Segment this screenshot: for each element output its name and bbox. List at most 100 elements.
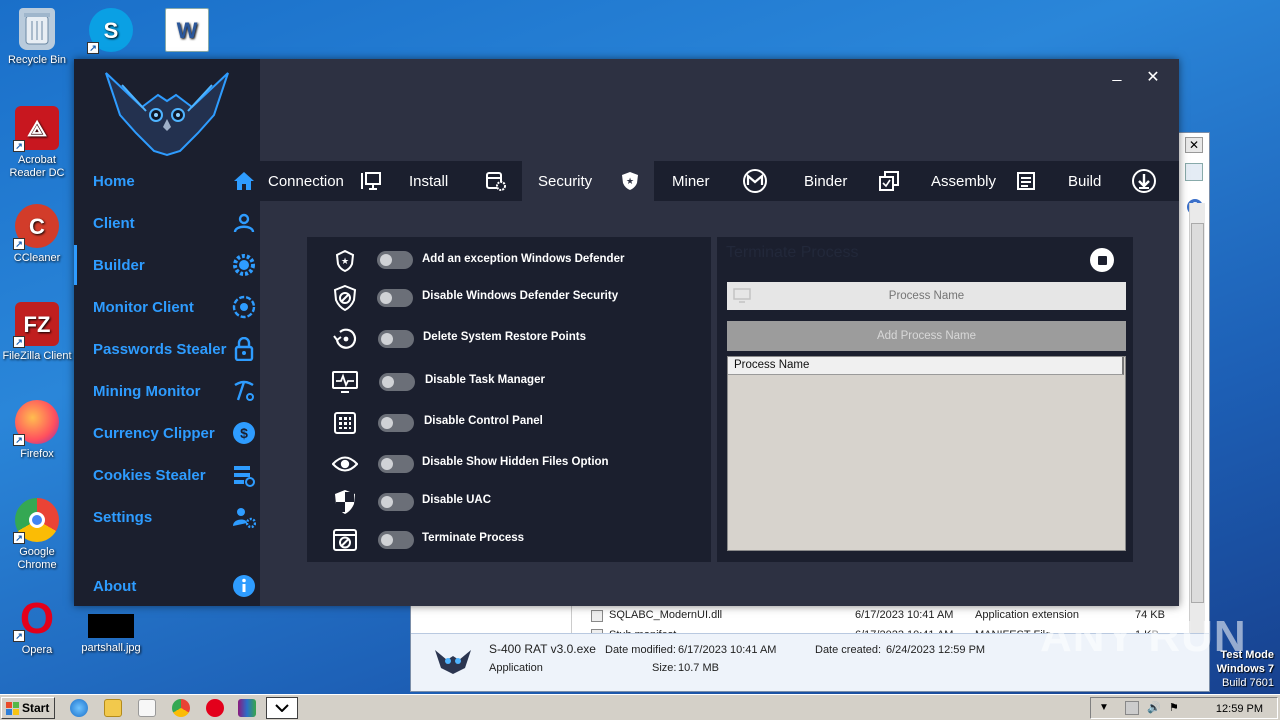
details-created-value: 6/24/2023 12:59 PM xyxy=(886,644,986,656)
opera-icon[interactable] xyxy=(206,699,224,717)
search-icon[interactable] xyxy=(1185,163,1203,181)
option-row: ★ Add an exception Windows Defender xyxy=(307,245,711,275)
sidebar-item-label: Currency Clipper xyxy=(93,424,215,442)
close-button[interactable]: ✕ xyxy=(1143,67,1163,87)
toggle-switch[interactable] xyxy=(379,373,415,391)
option-row: Disable Control Panel xyxy=(307,407,711,437)
pickaxe-icon xyxy=(232,379,256,403)
rat-builder-window: Home Client Builder Monitor Client Passw… xyxy=(74,59,1179,606)
tab-label: Security xyxy=(538,172,593,190)
sidebar-item-mining-monitor[interactable]: Mining Monitor xyxy=(74,371,260,411)
explorer-close-button[interactable]: ✕ xyxy=(1185,137,1203,153)
tab-build[interactable]: Build xyxy=(1050,161,1179,201)
toggle-switch[interactable] xyxy=(378,414,414,432)
tab-miner[interactable]: Miner xyxy=(654,161,780,201)
shield-off-icon xyxy=(332,285,358,311)
option-row: Terminate Process xyxy=(307,524,711,554)
stop-button[interactable] xyxy=(1090,248,1114,272)
process-list-header[interactable]: Process Name xyxy=(728,357,1124,375)
option-label: Disable Show Hidden Files Option xyxy=(422,456,609,468)
network-icon[interactable] xyxy=(1125,701,1139,715)
tab-connection[interactable]: Connection xyxy=(260,161,388,201)
toggle-switch[interactable] xyxy=(378,493,414,511)
monero-icon xyxy=(741,169,769,193)
explorer-scrollbar[interactable] xyxy=(1189,203,1205,673)
desktop-icon-ccleaner[interactable]: C ↗ CCleaner xyxy=(0,204,74,265)
start-button[interactable]: Start xyxy=(1,697,55,719)
tab-label: Build xyxy=(1068,172,1102,190)
option-label: Disable Task Manager xyxy=(425,374,545,386)
tab-label: Assembly xyxy=(931,172,997,190)
tab-assembly[interactable]: Assembly xyxy=(910,161,1050,201)
toggle-switch[interactable] xyxy=(378,531,414,549)
sidebar-item-home[interactable]: Home xyxy=(74,161,260,201)
internet-explorer-icon[interactable] xyxy=(70,699,88,717)
toggle-switch[interactable] xyxy=(377,289,413,307)
sidebar-item-label: Monitor Client xyxy=(93,298,194,316)
test-mode-line: Windows 7 xyxy=(1216,663,1274,675)
desktop-icon-acrobat[interactable]: ⟁ ↗ Acrobat Reader DC xyxy=(0,106,74,180)
coin-icon: $ xyxy=(232,421,256,445)
sidebar-item-currency-clipper[interactable]: Currency Clipper $ xyxy=(74,413,260,453)
sidebar-item-passwords-stealer[interactable]: Passwords Stealer xyxy=(74,329,260,369)
process-list[interactable]: Process Name xyxy=(727,356,1126,551)
desktop-icon-partshall[interactable]: partshall.jpg xyxy=(74,614,148,655)
tab-binder[interactable]: Binder xyxy=(780,161,910,201)
sidebar-item-about[interactable]: About xyxy=(74,566,260,606)
test-mode-line: Build 7601 xyxy=(1222,677,1274,689)
tab-label: Miner xyxy=(672,172,710,190)
media-player-icon[interactable] xyxy=(138,699,156,717)
folder-icon[interactable] xyxy=(104,699,122,717)
sidebar-item-label: Cookies Stealer xyxy=(93,466,206,484)
sidebar-item-cookies-stealer[interactable]: Cookies Stealer xyxy=(74,455,260,495)
process-name-input[interactable] xyxy=(727,282,1126,310)
sidebar-item-builder[interactable]: Builder xyxy=(74,245,260,285)
eye-icon xyxy=(332,451,358,477)
desktop-icon-word-document[interactable]: W xyxy=(150,8,224,56)
desktop-icon-firefox[interactable]: ↗ Firefox xyxy=(0,400,74,461)
toggle-switch[interactable] xyxy=(378,330,414,348)
desktop-icon-label: Opera xyxy=(21,644,53,656)
pulse-monitor-icon xyxy=(332,369,358,395)
terminate-process-panel: Terminate Process Add Process Name Proce… xyxy=(717,237,1133,562)
sidebar-item-client[interactable]: Client xyxy=(74,203,260,243)
toggle-switch[interactable] xyxy=(377,251,413,269)
panel-title: Terminate Process xyxy=(726,244,859,261)
volume-icon[interactable]: 🔊 xyxy=(1147,701,1161,714)
restore-icon xyxy=(332,326,358,352)
clock[interactable]: 12:59 PM xyxy=(1216,703,1263,715)
details-size-value: 10.7 MB xyxy=(678,662,719,674)
chrome-icon: ↗ xyxy=(13,498,59,544)
chevron-down-icon xyxy=(275,704,289,712)
winrar-icon[interactable] xyxy=(238,699,256,717)
tab-security[interactable]: Security ★ xyxy=(522,161,654,201)
download-icon xyxy=(1130,169,1158,193)
skype-icon: S ↗ xyxy=(87,8,133,54)
tab-install[interactable]: Install xyxy=(388,161,522,201)
desktop-icon-filezilla[interactable]: FZ ↗ FileZilla Client xyxy=(0,302,74,363)
add-process-name-button[interactable]: Add Process Name xyxy=(727,321,1126,351)
builder-tabs: Connection Install Security ★ Miner Bind… xyxy=(260,161,1179,201)
test-mode-line: Test Mode xyxy=(1220,649,1274,661)
sidebar-item-monitor-client[interactable]: Monitor Client xyxy=(74,287,260,327)
sidebar-item-label: Settings xyxy=(93,508,153,526)
desktop-icon-recycle-bin[interactable]: Recycle Bin xyxy=(0,8,74,67)
app-window-button[interactable] xyxy=(266,697,298,719)
sidebar-item-label: Client xyxy=(93,214,135,232)
minimize-button[interactable]: _ xyxy=(1107,65,1127,83)
tray-arrow-icon[interactable]: ▼ xyxy=(1099,702,1109,713)
scrollbar-thumb[interactable] xyxy=(1191,223,1204,603)
database-icon xyxy=(232,463,256,487)
toggle-switch[interactable] xyxy=(378,455,414,473)
flag-icon[interactable]: ⚑ xyxy=(1169,701,1179,714)
desktop-icon-skype[interactable]: S ↗ xyxy=(74,8,148,56)
desktop-icon-label: Recycle Bin xyxy=(7,54,67,66)
desktop-icon-opera[interactable]: O ↗ Opera xyxy=(0,596,74,657)
chrome-icon[interactable] xyxy=(172,699,190,717)
desktop-icon-chrome[interactable]: ↗ Google Chrome xyxy=(0,498,74,572)
sidebar-item-settings[interactable]: Settings xyxy=(74,497,260,537)
option-row: Delete System Restore Points xyxy=(307,323,711,353)
option-label: Terminate Process xyxy=(422,532,525,544)
svg-text:$: $ xyxy=(240,425,248,441)
svg-text:★: ★ xyxy=(341,256,349,266)
